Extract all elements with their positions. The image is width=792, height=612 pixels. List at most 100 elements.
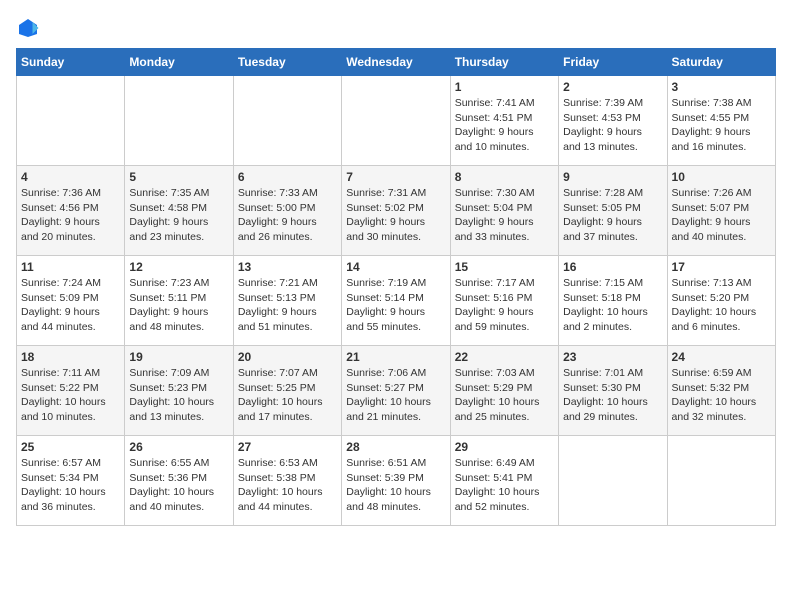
day-number: 20 [238,350,337,364]
day-info: Sunrise: 6:59 AM Sunset: 5:32 PM Dayligh… [672,366,771,425]
header-row: SundayMondayTuesdayWednesdayThursdayFrid… [17,49,776,76]
day-cell: 11 Sunrise: 7:24 AM Sunset: 5:09 PM Dayli… [17,256,125,346]
day-number: 11 [21,260,120,274]
day-cell: 25 Sunrise: 6:57 AM Sunset: 5:34 PM Dayli… [17,436,125,526]
day-info: Sunrise: 7:23 AM Sunset: 5:11 PM Dayligh… [129,276,228,335]
day-cell: 9 Sunrise: 7:28 AM Sunset: 5:05 PM Daylig… [559,166,667,256]
header-cell-wednesday: Wednesday [342,49,450,76]
day-cell: 23 Sunrise: 7:01 AM Sunset: 5:30 PM Dayli… [559,346,667,436]
header-cell-saturday: Saturday [667,49,775,76]
day-info: Sunrise: 7:15 AM Sunset: 5:18 PM Dayligh… [563,276,662,335]
day-cell: 12 Sunrise: 7:23 AM Sunset: 5:11 PM Dayli… [125,256,233,346]
day-cell: 14 Sunrise: 7:19 AM Sunset: 5:14 PM Dayli… [342,256,450,346]
day-cell [667,436,775,526]
day-number: 14 [346,260,445,274]
day-number: 19 [129,350,228,364]
week-row-3: 11 Sunrise: 7:24 AM Sunset: 5:09 PM Dayli… [17,256,776,346]
logo-icon [16,16,40,40]
day-number: 24 [672,350,771,364]
week-row-5: 25 Sunrise: 6:57 AM Sunset: 5:34 PM Dayli… [17,436,776,526]
day-number: 29 [455,440,554,454]
day-cell: 1 Sunrise: 7:41 AM Sunset: 4:51 PM Daylig… [450,76,558,166]
day-number: 3 [672,80,771,94]
day-cell: 13Sunrise: 7:21 AM Sunset: 5:13 PM Dayli… [233,256,341,346]
day-number: 1 [455,80,554,94]
day-cell: 6 Sunrise: 7:33 AM Sunset: 5:00 PM Daylig… [233,166,341,256]
day-info: Sunrise: 7:11 AM Sunset: 5:22 PM Dayligh… [21,366,120,425]
day-number: 12 [129,260,228,274]
day-cell: 17 Sunrise: 7:13 AM Sunset: 5:20 PM Dayli… [667,256,775,346]
day-cell: 24 Sunrise: 6:59 AM Sunset: 5:32 PM Dayli… [667,346,775,436]
header-cell-friday: Friday [559,49,667,76]
day-number: 2 [563,80,662,94]
day-number: 17 [672,260,771,274]
day-info: Sunrise: 7:07 AM Sunset: 5:25 PM Dayligh… [238,366,337,425]
day-info: Sunrise: 7:01 AM Sunset: 5:30 PM Dayligh… [563,366,662,425]
day-cell: 2 Sunrise: 7:39 AM Sunset: 4:53 PM Daylig… [559,76,667,166]
day-number: 6 [238,170,337,184]
week-row-1: 1 Sunrise: 7:41 AM Sunset: 4:51 PM Daylig… [17,76,776,166]
day-cell: 26Sunrise: 6:55 AM Sunset: 5:36 PM Dayli… [125,436,233,526]
day-cell [17,76,125,166]
day-cell: 28 Sunrise: 6:51 AM Sunset: 5:39 PM Dayli… [342,436,450,526]
day-cell: 20 Sunrise: 7:07 AM Sunset: 5:25 PM Dayli… [233,346,341,436]
day-info: Sunrise: 6:55 AM Sunset: 5:36 PM Dayligh… [129,456,228,515]
day-info: Sunrise: 7:28 AM Sunset: 5:05 PM Dayligh… [563,186,662,245]
day-cell: 4 Sunrise: 7:36 AM Sunset: 4:56 PM Daylig… [17,166,125,256]
header-cell-thursday: Thursday [450,49,558,76]
day-cell: 8 Sunrise: 7:30 AM Sunset: 5:04 PM Daylig… [450,166,558,256]
day-cell [233,76,341,166]
day-cell: 16 Sunrise: 7:15 AM Sunset: 5:18 PM Dayli… [559,256,667,346]
day-cell: 10 Sunrise: 7:26 AM Sunset: 5:07 PM Dayli… [667,166,775,256]
day-number: 7 [346,170,445,184]
day-info: Sunrise: 7:26 AM Sunset: 5:07 PM Dayligh… [672,186,771,245]
day-number: 22 [455,350,554,364]
day-number: 23 [563,350,662,364]
day-number: 16 [563,260,662,274]
day-number: 28 [346,440,445,454]
day-number: 10 [672,170,771,184]
day-number: 15 [455,260,554,274]
day-cell [559,436,667,526]
header-cell-tuesday: Tuesday [233,49,341,76]
logo [16,16,44,40]
day-info: Sunrise: 7:41 AM Sunset: 4:51 PM Dayligh… [455,96,554,155]
day-cell: 22 Sunrise: 7:03 AM Sunset: 5:29 PM Dayli… [450,346,558,436]
day-info: Sunrise: 6:53 AM Sunset: 5:38 PM Dayligh… [238,456,337,515]
day-info: Sunrise: 7:36 AM Sunset: 4:56 PM Dayligh… [21,186,120,245]
day-info: Sunrise: 7:09 AM Sunset: 5:23 PM Dayligh… [129,366,228,425]
day-cell: 19 Sunrise: 7:09 AM Sunset: 5:23 PM Dayli… [125,346,233,436]
day-info: Sunrise: 7:33 AM Sunset: 5:00 PM Dayligh… [238,186,337,245]
day-cell: 7Sunrise: 7:31 AM Sunset: 5:02 PM Daylig… [342,166,450,256]
day-number: 25 [21,440,120,454]
day-info: Sunrise: 7:13 AM Sunset: 5:20 PM Dayligh… [672,276,771,335]
day-cell: 15 Sunrise: 7:17 AM Sunset: 5:16 PM Dayli… [450,256,558,346]
day-info: Sunrise: 6:49 AM Sunset: 5:41 PM Dayligh… [455,456,554,515]
day-info: Sunrise: 6:57 AM Sunset: 5:34 PM Dayligh… [21,456,120,515]
day-info: Sunrise: 7:30 AM Sunset: 5:04 PM Dayligh… [455,186,554,245]
day-info: Sunrise: 7:03 AM Sunset: 5:29 PM Dayligh… [455,366,554,425]
week-row-2: 4 Sunrise: 7:36 AM Sunset: 4:56 PM Daylig… [17,166,776,256]
day-info: Sunrise: 7:38 AM Sunset: 4:55 PM Dayligh… [672,96,771,155]
day-info: Sunrise: 7:39 AM Sunset: 4:53 PM Dayligh… [563,96,662,155]
day-cell [342,76,450,166]
day-cell: 21Sunrise: 7:06 AM Sunset: 5:27 PM Dayli… [342,346,450,436]
day-number: 13 [238,260,337,274]
day-number: 8 [455,170,554,184]
day-info: Sunrise: 7:06 AM Sunset: 5:27 PM Dayligh… [346,366,445,425]
week-row-4: 18 Sunrise: 7:11 AM Sunset: 5:22 PM Dayli… [17,346,776,436]
day-cell: 18 Sunrise: 7:11 AM Sunset: 5:22 PM Dayli… [17,346,125,436]
day-info: Sunrise: 7:19 AM Sunset: 5:14 PM Dayligh… [346,276,445,335]
day-info: Sunrise: 6:51 AM Sunset: 5:39 PM Dayligh… [346,456,445,515]
day-info: Sunrise: 7:24 AM Sunset: 5:09 PM Dayligh… [21,276,120,335]
day-number: 9 [563,170,662,184]
day-cell: 3 Sunrise: 7:38 AM Sunset: 4:55 PM Daylig… [667,76,775,166]
day-info: Sunrise: 7:17 AM Sunset: 5:16 PM Dayligh… [455,276,554,335]
day-number: 4 [21,170,120,184]
day-cell: 5Sunrise: 7:35 AM Sunset: 4:58 PM Daylig… [125,166,233,256]
day-cell [125,76,233,166]
header [16,16,776,40]
calendar-table: SundayMondayTuesdayWednesdayThursdayFrid… [16,48,776,526]
day-cell: 27Sunrise: 6:53 AM Sunset: 5:38 PM Dayli… [233,436,341,526]
day-number: 18 [21,350,120,364]
